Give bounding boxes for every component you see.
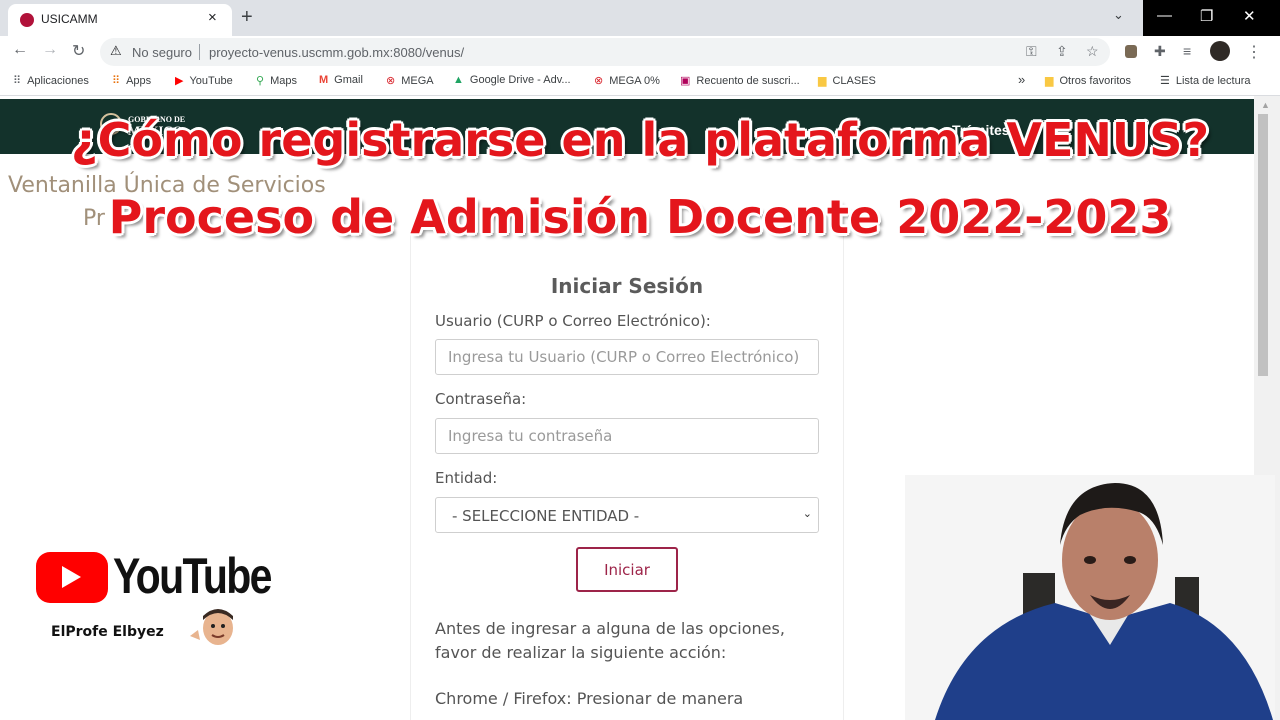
- browser-tab-strip: USICAMM × + ⌄ — ❐ ✕: [0, 0, 1280, 36]
- entidad-select[interactable]: - SELECCIONE ENTIDAD - ⌄: [435, 497, 819, 533]
- bookmark-label: Google Drive - Adv...: [469, 74, 571, 86]
- reading-list-icon: ☰: [1160, 75, 1170, 87]
- video-frame: USICAMM × + ⌄ — ❐ ✕ ← → ↻ ⚠ No seguro pr…: [0, 0, 1280, 720]
- play-icon: [62, 566, 81, 588]
- bookmark-item[interactable]: ⊗ MEGA: [386, 74, 434, 87]
- extensions-puzzle-icon[interactable]: ✚: [1154, 43, 1166, 60]
- gmail-icon: M: [319, 74, 329, 86]
- omnibox-separator: [199, 44, 200, 60]
- forward-icon[interactable]: →: [42, 41, 58, 59]
- restore-icon[interactable]: ❐: [1200, 7, 1213, 25]
- bookmark-item[interactable]: ▆ CLASES: [818, 74, 876, 87]
- media-control-icon[interactable]: ≡: [1183, 43, 1191, 59]
- scroll-up-icon[interactable]: ▲: [1261, 100, 1270, 110]
- subscriber-count-icon: ▣: [680, 75, 691, 87]
- info-text-line1: Antes de ingresar a alguna de las opcion…: [435, 619, 785, 638]
- site-favicon-icon: [20, 13, 34, 27]
- reload-icon[interactable]: ↻: [72, 41, 85, 61]
- url-text[interactable]: proyecto-venus.uscmm.gob.mx:8080/venus/: [209, 45, 464, 60]
- bookmark-item[interactable]: ⊗ MEGA 0%: [594, 74, 660, 87]
- entidad-label: Entidad:: [435, 469, 498, 487]
- close-tab-icon[interactable]: ×: [208, 9, 217, 26]
- security-label: No seguro: [132, 45, 192, 60]
- bookmark-label: MEGA: [401, 75, 434, 87]
- browser-hint-text: Chrome / Firefox: Presionar de manera: [435, 689, 744, 708]
- info-text-line2: favor de realizar la siguiente acción:: [435, 643, 727, 662]
- video-title-line2: Proceso de Admisión Docente 2022-2023: [108, 190, 1172, 244]
- browser-tab[interactable]: USICAMM ×: [8, 4, 232, 36]
- bookmark-label: Maps: [270, 75, 297, 87]
- reading-list[interactable]: ☰ Lista de lectura: [1160, 74, 1250, 87]
- usuario-input[interactable]: [435, 339, 819, 375]
- bookmark-item[interactable]: ▣ Recuento de suscri...: [680, 74, 800, 87]
- login-title: Iniciar Sesión: [550, 274, 704, 298]
- back-icon[interactable]: ←: [12, 41, 28, 59]
- usuario-label: Usuario (CURP o Correo Electrónico):: [435, 312, 711, 330]
- maps-pin-icon: ⚲: [256, 75, 265, 87]
- video-title-line1: ¿Cómo registrarse en la plataforma VENUS…: [70, 113, 1210, 167]
- bookmarks-bar: ⠿ Aplicaciones ⠿ Apps ▶ YouTube ⚲ Maps M Gmai…: [0, 68, 1280, 96]
- mega-icon: ⊗: [386, 75, 396, 87]
- apps-grid-icon: ⠿: [13, 75, 22, 87]
- bookmark-label: CLASES: [832, 75, 876, 87]
- bookmark-item[interactable]: ▲ Google Drive - Adv...: [453, 74, 571, 86]
- apps-grid-icon: ⠿: [112, 75, 121, 87]
- password-input[interactable]: [435, 418, 819, 454]
- extension-avatar-icon[interactable]: [1125, 45, 1137, 58]
- bookmark-item[interactable]: ▶ YouTube: [175, 74, 233, 87]
- channel-name: ElProfe Elbyez: [51, 624, 164, 640]
- tab-title: USICAMM: [41, 12, 98, 26]
- not-secure-warning-icon[interactable]: ⚠: [110, 43, 122, 59]
- youtube-icon: ▶: [175, 75, 184, 87]
- password-label: Contraseña:: [435, 390, 527, 408]
- address-bar[interactable]: ⚠ No seguro proyecto-venus.uscmm.gob.mx:…: [100, 38, 1110, 66]
- bookmark-star-icon[interactable]: ☆: [1086, 43, 1099, 60]
- window-controls: — ❐ ✕: [1143, 0, 1280, 36]
- iniciar-button[interactable]: Iniciar: [576, 547, 678, 592]
- bookmark-label: Recuento de suscri...: [696, 75, 800, 87]
- bookmark-label: MEGA 0%: [609, 75, 660, 87]
- minimize-icon[interactable]: —: [1157, 7, 1172, 24]
- bookmark-item[interactable]: M Gmail: [319, 74, 363, 86]
- other-favorites[interactable]: ▆ Otros favoritos: [1045, 74, 1131, 87]
- youtube-logo-icon: [36, 552, 108, 603]
- share-icon[interactable]: ⇪: [1056, 43, 1068, 60]
- password-key-icon[interactable]: ⚿: [1026, 43, 1037, 60]
- browser-menu-icon[interactable]: ⋮: [1246, 42, 1262, 62]
- tab-search-icon[interactable]: ⌄: [1113, 7, 1124, 23]
- new-tab-icon[interactable]: +: [241, 6, 253, 29]
- cartoon-avatar-icon: [190, 609, 233, 645]
- close-window-icon[interactable]: ✕: [1243, 7, 1256, 25]
- browser-toolbar: ← → ↻ ⚠ No seguro proyecto-venus.uscmm.g…: [0, 36, 1280, 68]
- bookmark-item[interactable]: ⚲ Maps: [256, 74, 297, 87]
- profile-avatar[interactable]: [1210, 41, 1230, 61]
- bookmark-label: YouTube: [189, 75, 233, 87]
- bookmark-label: Otros favoritos: [1059, 75, 1131, 87]
- bookmark-item[interactable]: ⠿ Apps: [112, 74, 151, 87]
- bookmark-label: Apps: [126, 75, 152, 87]
- bookmarks-overflow-icon[interactable]: »: [1018, 72, 1025, 87]
- bookmark-label: Gmail: [334, 74, 363, 86]
- entidad-selected-value: - SELECCIONE ENTIDAD -: [452, 507, 640, 525]
- bookmark-label: Lista de lectura: [1175, 75, 1251, 87]
- google-drive-icon: ▲: [453, 74, 464, 86]
- folder-icon: ▆: [818, 75, 827, 87]
- youtube-wordmark: YouTube: [113, 548, 272, 604]
- bookmark-label: Aplicaciones: [27, 75, 89, 87]
- mega-icon: ⊗: [594, 75, 604, 87]
- chevron-down-icon: ⌄: [802, 508, 812, 520]
- presenter-webcam: [905, 475, 1275, 720]
- bookmark-item[interactable]: ⠿ Aplicaciones: [13, 74, 89, 87]
- folder-icon: ▆: [1045, 75, 1054, 87]
